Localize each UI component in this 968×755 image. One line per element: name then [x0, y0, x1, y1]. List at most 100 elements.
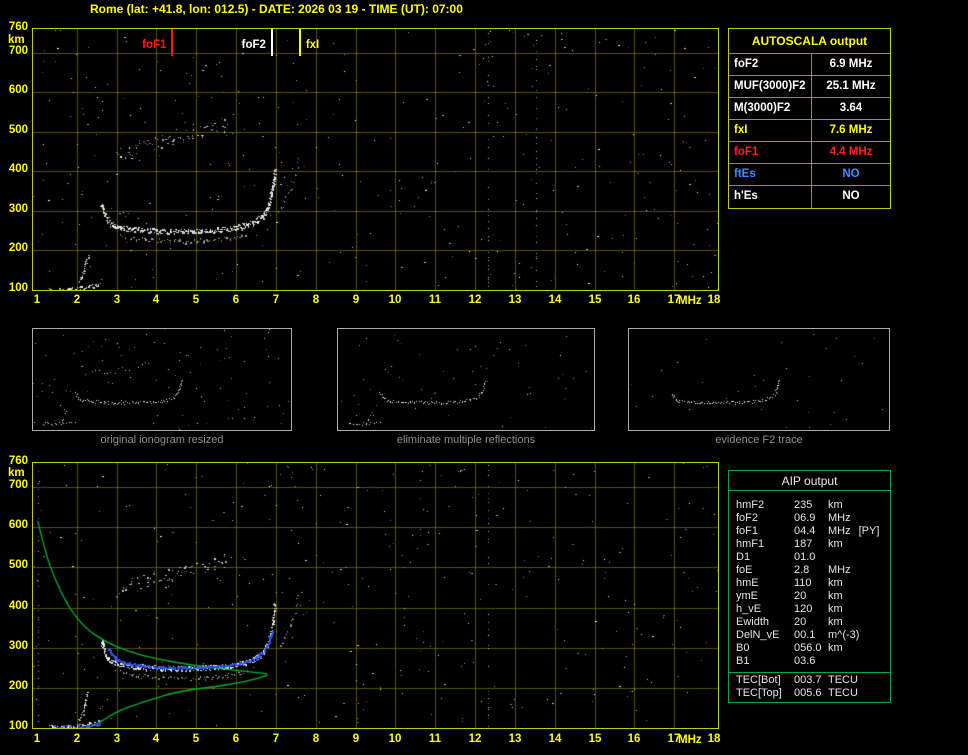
x-tick-label-6: 6 [232, 733, 240, 745]
aip-row-TEC[Bot]: TEC[Bot] 003.7 TECU [729, 674, 890, 687]
x-tick-label-7: 7 [272, 733, 280, 745]
y-tick-label-300: 300 [8, 203, 28, 215]
aip-cell-v: 056.0 [794, 642, 822, 654]
aip-row-hmF1: hmF1 187 km [729, 538, 890, 551]
y-tick-label-300: 300 [8, 640, 28, 652]
y-tick-label-100: 100 [8, 720, 28, 732]
aip-cell-x [843, 642, 851, 655]
x-tick-label-16: 16 [627, 294, 641, 306]
x-tick-label-7: 7 [272, 294, 280, 306]
aip-cell-x [843, 499, 851, 512]
aip-row-ymE: ymE 20 km [729, 590, 890, 603]
x-tick-label-2: 2 [73, 294, 81, 306]
aip-cell-x [858, 687, 866, 700]
aip-cell-u: MHz [828, 525, 851, 537]
aip-row-foE: foE 2.8 MHz [729, 564, 890, 577]
aip-row-hmE: hmE 110 km [729, 577, 890, 590]
x-tick-label-1: 1 [33, 294, 41, 306]
autoscala-param-label: foF2 [729, 54, 812, 75]
autoscala-table-title: AUTOSCALA output [729, 29, 890, 54]
autoscala-param-value: 3.64 [839, 102, 863, 114]
aip-cell-u: TECU [828, 674, 858, 686]
aip-row-Ewidth: Ewidth 20 km [729, 616, 890, 629]
aip-cell-u: km [828, 590, 843, 602]
y-tick-label-600: 600 [8, 519, 28, 531]
aip-cell-v: 06.9 [794, 512, 816, 524]
aip-cell-x [843, 590, 851, 603]
aip-cell-n: foE [736, 564, 753, 576]
autoscala-row-foF1: foF1 4.4 MHz [729, 142, 890, 164]
aip-cell-u: TECU [828, 687, 858, 699]
autoscala-row-h'Es: h'Es NO [729, 186, 890, 208]
x-tick-label-8: 8 [312, 294, 320, 306]
x-axis-unit: MHz [678, 295, 702, 307]
y-tick-label-760: 760 [8, 21, 28, 33]
x-tick-label-11: 11 [428, 733, 442, 745]
x-tick-label-4: 4 [152, 733, 160, 745]
aip-row-foF2: foF2 06.9 MHz [729, 512, 890, 525]
aip-cell-u: km [828, 616, 843, 628]
aip-cell-u: m^(-3) [828, 629, 860, 641]
profile-canvas [33, 463, 718, 728]
aip-cell-v: 2.8 [794, 564, 810, 576]
x-tick-label-18: 18 [707, 733, 721, 745]
aip-cell-v: 20 [794, 590, 807, 602]
aip-cell-x [843, 577, 851, 590]
x-tick-label-14: 14 [548, 733, 562, 745]
y-tick-label-100: 100 [8, 282, 28, 294]
x-tick-label-9: 9 [352, 733, 360, 745]
aip-cell-v: 003.7 [794, 674, 822, 686]
autoscala-param-value: 25.1 MHz [826, 80, 876, 92]
aip-cell-u: km [828, 642, 843, 654]
x-tick-label-13: 13 [508, 294, 522, 306]
x-tick-label-5: 5 [192, 733, 200, 745]
thumbnail-multiples-canvas [338, 329, 594, 430]
station-date-title: Rome (lat: +41.8, lon: 012.5) - DATE: 20… [90, 2, 463, 16]
marker-line-foF1 [171, 29, 174, 56]
aip-cell-v: 03.6 [794, 655, 816, 667]
marker-line-fxI [298, 29, 301, 56]
x-tick-label-1: 1 [33, 733, 41, 745]
y-tick-label-200: 200 [8, 680, 28, 692]
thumbnail-multiples-removed [337, 328, 595, 431]
autoscala-param-label: ftEs [729, 164, 812, 185]
x-tick-label-6: 6 [232, 294, 240, 306]
aip-cell-n: TEC[Bot] [736, 674, 781, 686]
x-tick-label-8: 8 [312, 733, 320, 745]
aip-row-B0: B0 056.0 km [729, 642, 890, 655]
autoscala-row-fxI: fxI 7.6 MHz [729, 120, 890, 142]
autoscala-param-value: 7.6 MHz [829, 124, 873, 136]
aip-cell-x [828, 551, 836, 564]
y-axis-unit: km [8, 467, 25, 479]
y-tick-label-500: 500 [8, 124, 28, 136]
aip-table-rows: hmF2 235 km foF2 06.9 MHz foF1 04.4 MHz [PY] hmF1 1… [729, 491, 890, 669]
aip-cell-v: 00.1 [794, 629, 816, 641]
ionogram-plot: foF1 foF2 fxI [32, 28, 719, 291]
y-tick-label-600: 600 [8, 84, 28, 96]
autoscala-param-value: NO [842, 190, 860, 202]
x-tick-label-13: 13 [508, 733, 522, 745]
aip-cell-n: foF1 [736, 525, 759, 537]
autoscala-param-label: h'Es [729, 186, 812, 208]
x-tick-label-12: 12 [468, 294, 482, 306]
autoscala-output-table: AUTOSCALA output foF2 6.9 MHz MUF(3000)F2 2… [728, 28, 891, 209]
y-axis-unit: km [8, 34, 25, 46]
autoscala-table-rows: foF2 6.9 MHz MUF(3000)F2 25.1 MHz M(3000)F2 3… [729, 54, 890, 208]
profile-plot [32, 462, 719, 729]
y-tick-label-700: 700 [8, 45, 28, 57]
aip-cell-x [859, 629, 867, 642]
autoscala-row-ftEs: ftEs NO [729, 164, 890, 186]
aip-cell-v: 120 [794, 603, 813, 615]
x-axis-unit: MHz [678, 734, 702, 746]
aip-cell-n: B1 [736, 655, 750, 667]
aip-cell-x: [PY] [858, 525, 880, 537]
aip-table-tec-rows: TEC[Bot] 003.7 TECU TEC[Top] 005.6 TECU [729, 672, 890, 702]
aip-cell-n: hmE [736, 577, 759, 589]
autoscala-param-value: NO [842, 168, 860, 180]
marker-label-foF2: foF2 [241, 39, 266, 51]
autoscala-row-MUF(3000)F2: MUF(3000)F2 25.1 MHz [729, 76, 890, 98]
x-tick-label-12: 12 [468, 733, 482, 745]
x-tick-label-4: 4 [152, 294, 160, 306]
aip-row-TEC[Top]: TEC[Top] 005.6 TECU [729, 687, 890, 700]
aip-cell-x [858, 674, 866, 687]
